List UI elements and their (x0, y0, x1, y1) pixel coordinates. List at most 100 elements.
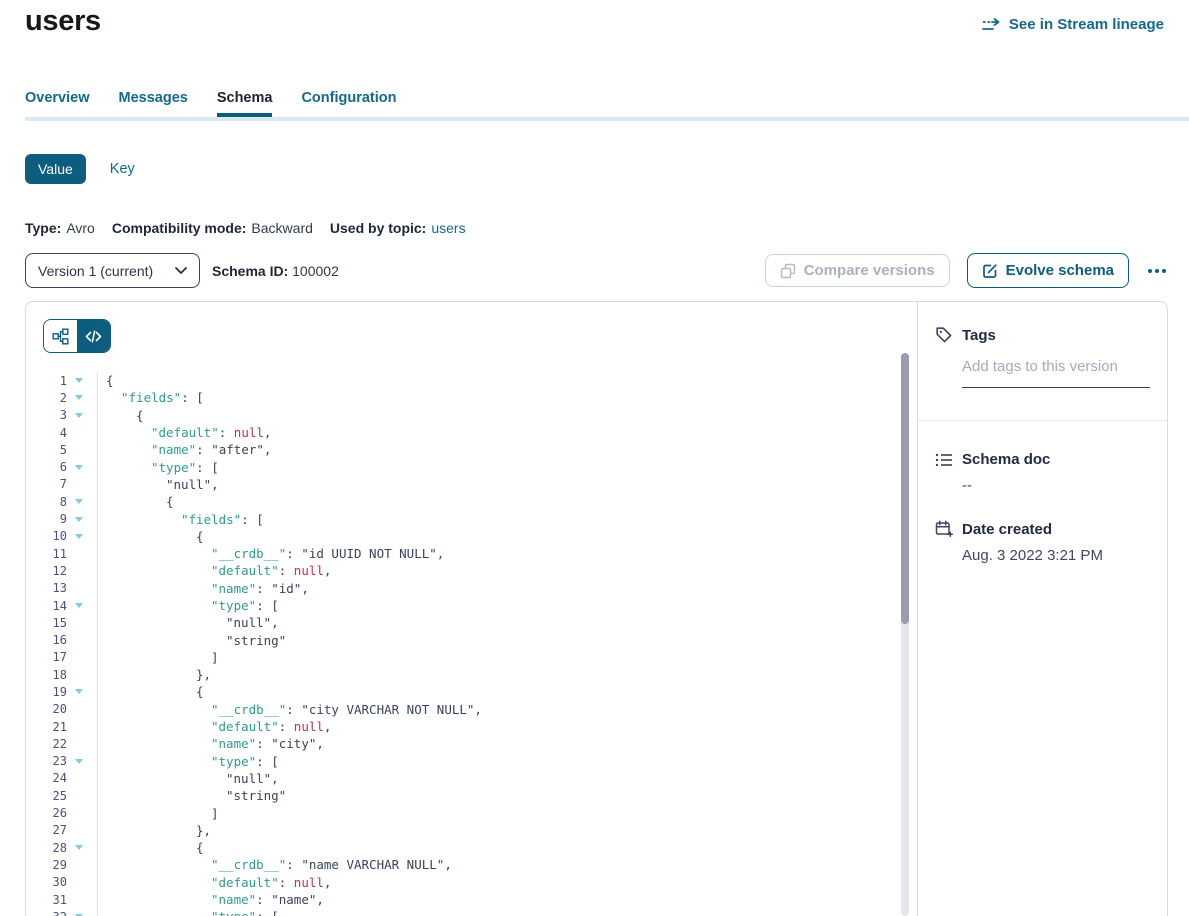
triangle-down-icon (75, 759, 83, 764)
code-text: "type": [ (97, 909, 279, 916)
code-text: "default": null, (97, 719, 331, 734)
line-number: 20 (26, 702, 67, 716)
schema-doc-section-header: Schema doc (935, 451, 1147, 468)
chevron-down-icon (175, 267, 187, 275)
code-line: 24"null", (26, 770, 917, 787)
code-text: "null", (97, 771, 279, 786)
code-line: 28{ (26, 839, 917, 856)
code-line: 6"type": [ (26, 458, 917, 475)
code-text: "null", (97, 477, 219, 492)
triangle-down-icon (75, 413, 83, 418)
line-number: 11 (26, 547, 67, 561)
line-number: 17 (26, 650, 67, 664)
tab-configuration[interactable]: Configuration (301, 90, 396, 117)
code-text: "type": [ (97, 754, 279, 769)
line-number: 2 (26, 391, 67, 405)
code-line: 10 { (26, 528, 917, 545)
code-line: 2 "fields": [ (26, 389, 917, 406)
compare-versions-label: Compare versions (804, 262, 935, 279)
line-number: 32 (26, 910, 67, 916)
code-text: "name": "after", (97, 442, 271, 457)
code-text: ] (97, 806, 219, 821)
scrollbar-thumb[interactable] (901, 353, 909, 624)
fold-gutter[interactable] (67, 499, 97, 504)
fold-gutter[interactable] (67, 395, 97, 400)
code-text: "fields": [ (97, 390, 204, 405)
line-number: 3 (26, 408, 67, 422)
code-text: "string" (97, 788, 286, 803)
version-toolbar: Version 1 (current) Schema ID: 100002 Co… (25, 253, 1168, 288)
key-toggle-button[interactable]: Key (110, 161, 135, 177)
code-text: { (97, 373, 114, 388)
fold-gutter[interactable] (67, 689, 97, 694)
gutter-separator (97, 372, 98, 916)
code-text: "__crdb__": "id UUID NOT NULL", (97, 546, 444, 561)
line-number: 30 (26, 875, 67, 889)
used-by-topic-link[interactable]: users (431, 220, 465, 236)
triangle-down-icon (75, 845, 83, 850)
tree-view-button[interactable] (44, 320, 77, 352)
compare-versions-button[interactable]: Compare versions (765, 254, 950, 287)
fold-gutter[interactable] (67, 465, 97, 470)
code-text: { (97, 408, 144, 423)
code-text: "name": "name", (97, 892, 324, 907)
line-number: 15 (26, 616, 67, 630)
schema-doc-title: Schema doc (962, 451, 1050, 468)
code-line: 30 "default": null, (26, 874, 917, 891)
schema-doc-value: -- (962, 477, 1147, 494)
code-text: "name": "id", (97, 581, 309, 596)
code-line: 29"__crdb__": "name VARCHAR NULL", (26, 856, 917, 873)
fold-gutter[interactable] (67, 517, 97, 522)
evolve-schema-button[interactable]: Evolve schema (967, 253, 1129, 288)
code-text: "default": null, (97, 425, 271, 440)
type-label: Type: (25, 220, 61, 236)
list-icon (935, 452, 953, 468)
used-by-topic-label: Used by topic: (330, 220, 426, 236)
line-number: 13 (26, 581, 67, 595)
code-area: 1{2"fields": [3{4"default": null,5"name"… (26, 372, 917, 916)
fold-gutter[interactable] (67, 378, 97, 383)
schema-panel: 1{2"fields": [3{4"default": null,5"name"… (25, 301, 1168, 916)
code-line: 9"fields": [ (26, 510, 917, 527)
triangle-down-icon (75, 465, 83, 470)
code-text: "type": [ (97, 460, 219, 475)
fold-gutter[interactable] (67, 845, 97, 850)
fold-gutter[interactable] (67, 603, 97, 608)
version-select-value: Version 1 (current) (38, 263, 153, 279)
fold-gutter[interactable] (67, 413, 97, 418)
fold-gutter[interactable] (67, 759, 97, 764)
code-text: }, (97, 823, 211, 838)
code-text: { (97, 529, 204, 544)
code-text: "type": [ (97, 598, 279, 613)
date-created-title: Date created (962, 521, 1052, 538)
compatibility-label: Compatibility mode: (112, 220, 247, 236)
tab-schema[interactable]: Schema (217, 90, 273, 117)
stream-lineage-link[interactable]: See in Stream lineage (982, 16, 1164, 33)
tab-messages[interactable]: Messages (119, 90, 188, 117)
tab-overview[interactable]: Overview (25, 90, 90, 117)
version-select[interactable]: Version 1 (current) (25, 253, 200, 288)
fold-gutter[interactable] (67, 534, 97, 539)
more-options-button[interactable] (1146, 263, 1168, 279)
code-view-button[interactable] (77, 320, 110, 352)
code-text: "default": null, (97, 875, 331, 890)
stream-lineage-label: See in Stream lineage (1009, 16, 1164, 33)
editor-scrollbar[interactable] (901, 353, 909, 916)
code-line: 21"default": null, (26, 718, 917, 735)
line-number: 1 (26, 374, 67, 388)
code-line: 1{ (26, 372, 917, 389)
code-text: { (97, 840, 204, 855)
compare-versions-icon (780, 263, 796, 279)
line-number: 7 (26, 477, 67, 491)
code-text: "name": "city", (97, 736, 324, 751)
code-line: 14"type": [ (26, 597, 917, 614)
triangle-down-icon (75, 395, 83, 400)
code-line: 18}, (26, 666, 917, 683)
line-number: 10 (26, 529, 67, 543)
line-number: 8 (26, 495, 67, 509)
line-number: 26 (26, 806, 67, 820)
schema-id-label: Schema ID: (212, 263, 288, 279)
value-toggle-button[interactable]: Value (25, 154, 86, 184)
tags-input[interactable] (962, 358, 1150, 388)
compatibility-value: Backward (251, 220, 312, 236)
